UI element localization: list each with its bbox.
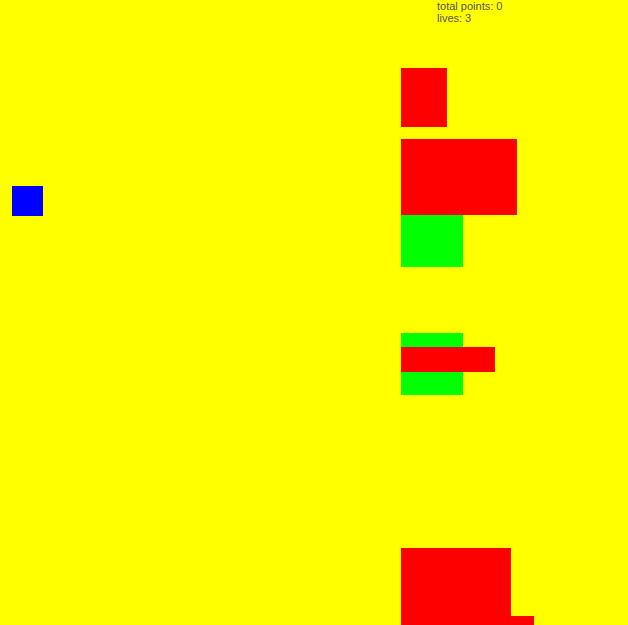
- player[interactable]: [12, 186, 43, 216]
- game-canvas[interactable]: total points: 0lives: 3: [0, 0, 628, 625]
- obstacle-block: [401, 68, 447, 127]
- obstacle-block: [401, 347, 495, 372]
- obstacle-block: [511, 616, 534, 625]
- obstacle-block: [401, 139, 517, 215]
- lives-counter: lives: 3: [437, 12, 502, 24]
- points-counter: total points: 0: [437, 0, 502, 12]
- bonus-block: [401, 215, 463, 267]
- hud: total points: 0lives: 3: [437, 0, 502, 24]
- obstacle-block: [401, 548, 511, 625]
